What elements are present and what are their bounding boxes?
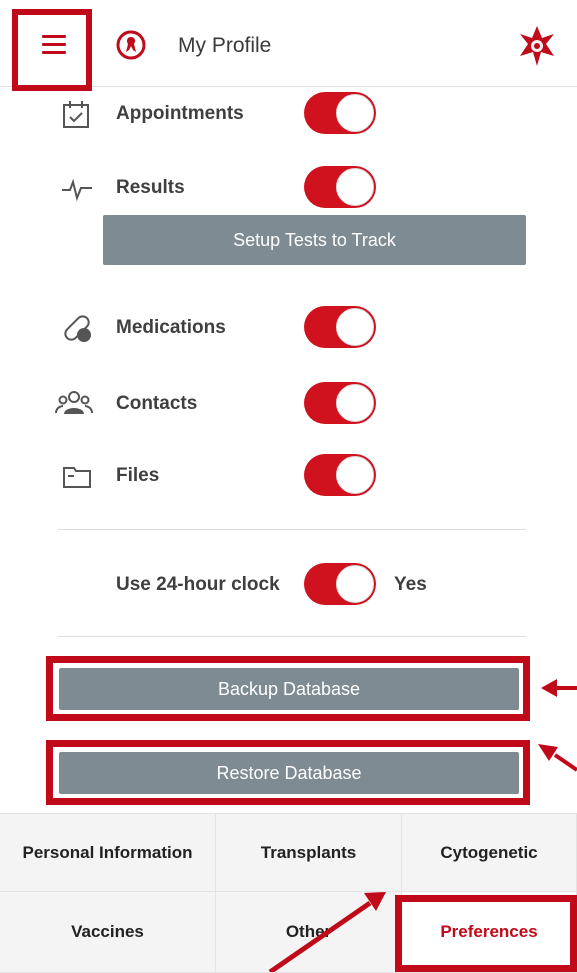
annotation-arrows — [268, 679, 577, 972]
arrow-preferences — [268, 892, 386, 972]
arrow-backup — [541, 679, 577, 697]
arrow-restore — [538, 744, 577, 772]
